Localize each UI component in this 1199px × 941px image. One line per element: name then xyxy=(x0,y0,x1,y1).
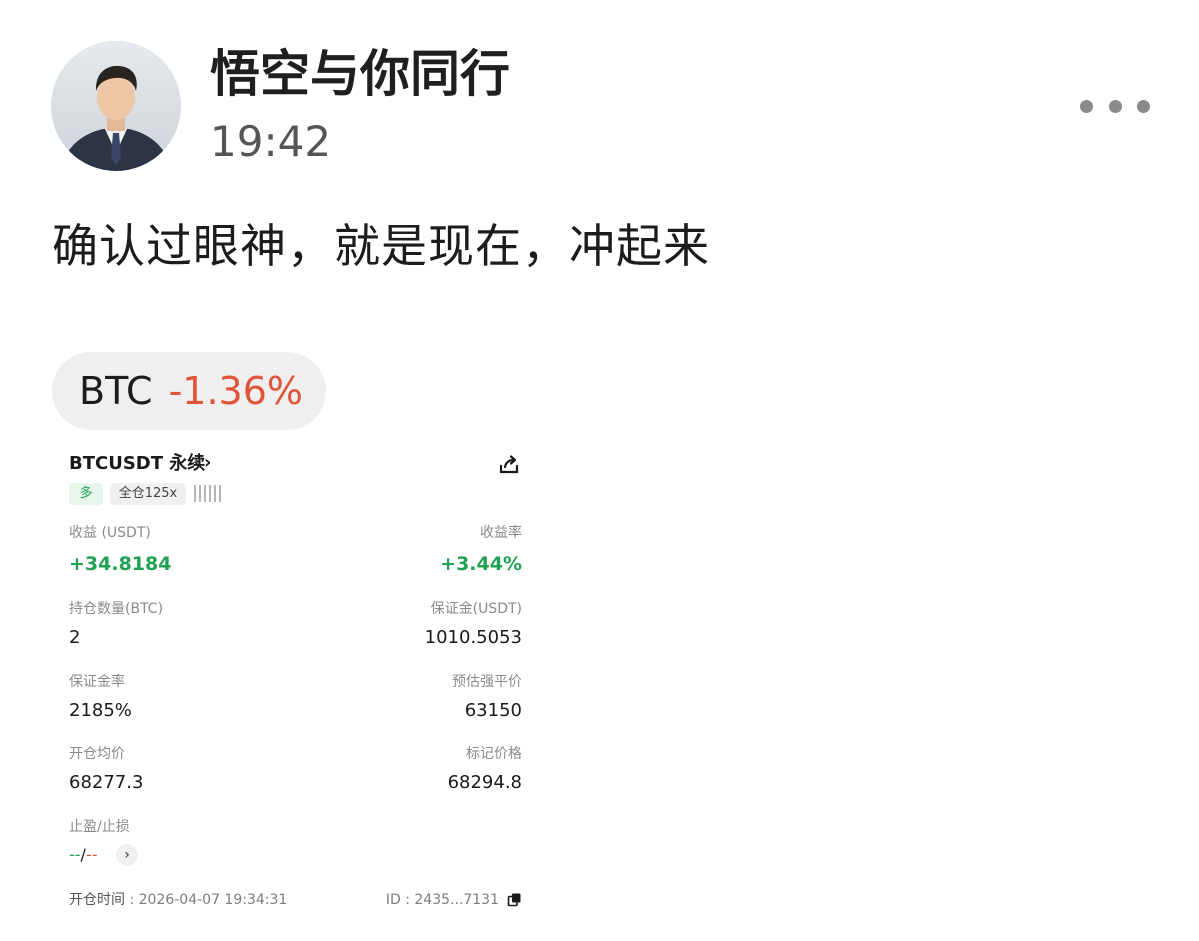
tp-value: -- xyxy=(69,845,81,864)
margin-ratio-value: 2185% xyxy=(69,700,132,721)
id-value: 2435...7131 xyxy=(414,892,499,908)
size-value: 2 xyxy=(69,627,81,648)
ticker-symbol: BTC xyxy=(79,369,153,413)
pair-title[interactable]: BTCUSDT 永续 xyxy=(69,452,205,476)
roe-value: +3.44% xyxy=(440,553,522,575)
roe-label: 收益率 xyxy=(480,525,522,541)
username[interactable]: 悟空与你同行 xyxy=(210,42,510,106)
pnl-label: 收益 (USDT) xyxy=(69,525,151,541)
size-label: 持仓数量(BTC) xyxy=(69,601,164,617)
liq-price-label: 预估强平价 xyxy=(452,674,522,690)
share-icon[interactable] xyxy=(497,452,521,476)
margin-ratio-label: 保证金率 xyxy=(69,674,125,690)
margin-mode-badge[interactable]: 全仓125x xyxy=(110,483,186,505)
pnl-value: +34.8184 xyxy=(69,553,172,575)
tpsl-chevron-icon[interactable]: › xyxy=(116,844,138,866)
ticker-chip[interactable]: BTC -1.36% xyxy=(52,352,326,430)
entry-price-label: 开仓均价 xyxy=(69,746,125,762)
entry-price-value: 68277.3 xyxy=(69,772,144,793)
copy-icon[interactable] xyxy=(507,892,522,907)
open-time: 开仓时间 : 2026-04-07 19:34:31 xyxy=(69,892,288,908)
post-text: 确认过眼神，就是现在，冲起来 xyxy=(52,219,710,273)
tpsl-value: --/-- xyxy=(69,845,97,865)
open-time-value: 2026-04-07 19:34:31 xyxy=(138,892,288,908)
mark-price-label: 标记价格 xyxy=(466,746,522,762)
tpsl-label: 止盈/止损 xyxy=(69,819,130,835)
liq-price-value: 63150 xyxy=(464,700,522,721)
position-card: BTCUSDT 永续 › 多 全仓125x 收益 (USDT) 收益率 +34.… xyxy=(0,0,1199,941)
mark-price-value: 68294.8 xyxy=(447,772,522,793)
risk-bars-icon xyxy=(194,485,221,502)
margin-label: 保证金(USDT) xyxy=(430,601,522,617)
avatar[interactable] xyxy=(51,41,181,171)
position-id: ID : 2435...7131 xyxy=(385,892,499,908)
open-time-label: 开仓时间 xyxy=(69,892,125,908)
side-badge: 多 xyxy=(69,483,103,505)
chevron-right-icon[interactable]: › xyxy=(204,451,211,475)
sl-value: -- xyxy=(85,845,98,864)
id-label: ID xyxy=(385,892,401,908)
more-dots-icon[interactable] xyxy=(1080,92,1150,120)
ticker-change: -1.36% xyxy=(168,369,304,413)
post-time: 19:42 xyxy=(210,117,332,166)
margin-value: 1010.5053 xyxy=(424,627,522,648)
